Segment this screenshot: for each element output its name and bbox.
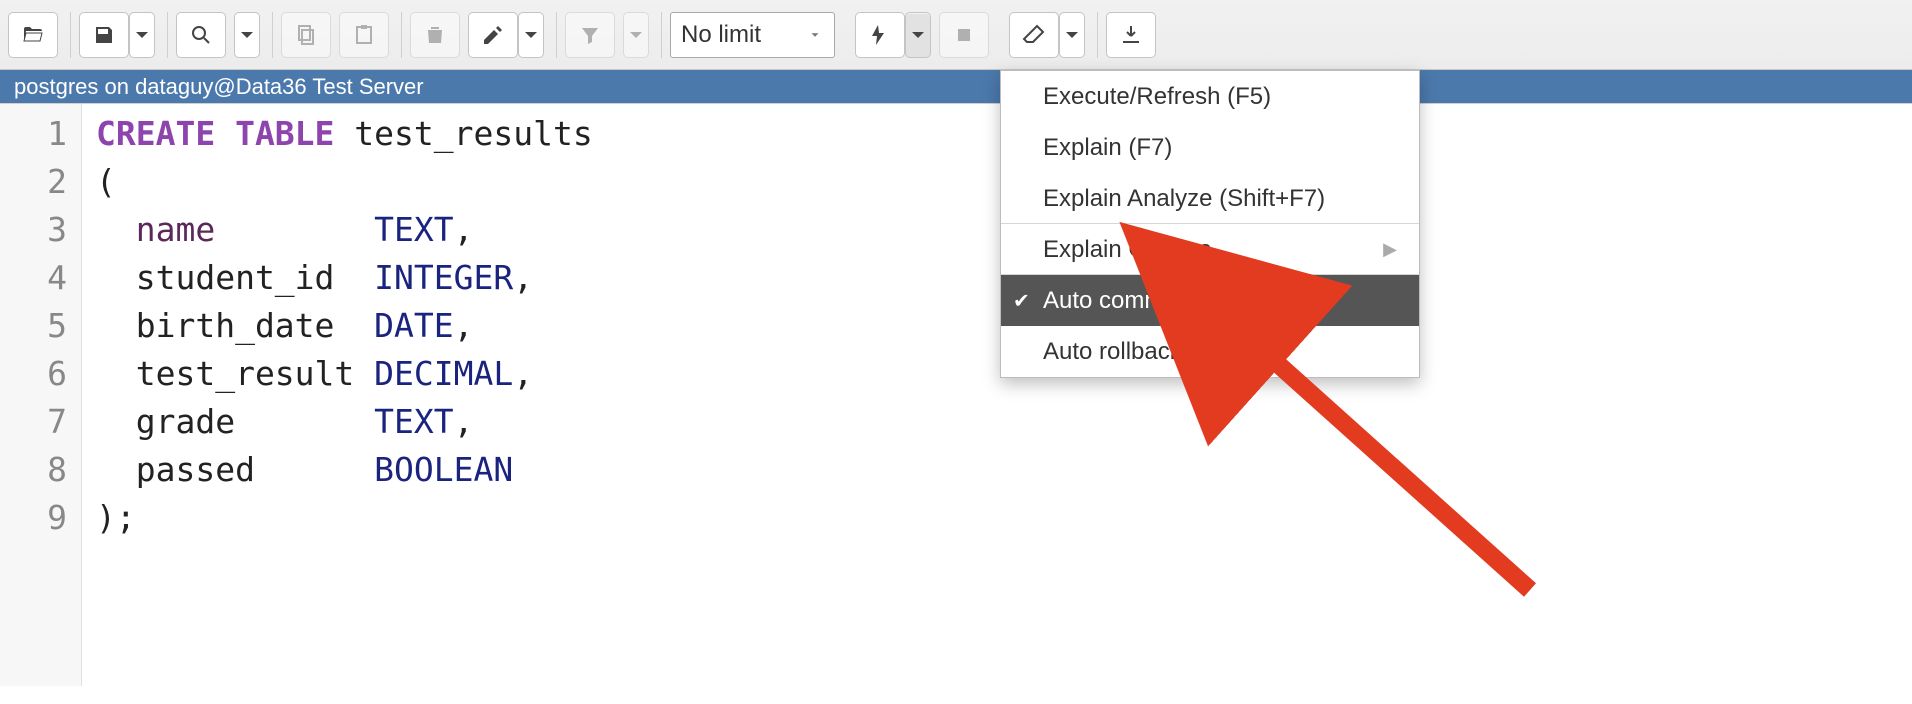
stop-button[interactable] <box>939 12 989 58</box>
eraser-icon <box>1022 23 1046 47</box>
pencil-edit-icon <box>481 23 505 47</box>
caret-down-icon <box>906 23 930 47</box>
filter-icon <box>578 23 602 47</box>
menu-item[interactable]: Explain (F7) <box>1001 122 1419 173</box>
code-line[interactable]: name TEXT, <box>96 206 593 254</box>
menu-item-label: Execute/Refresh (F5) <box>1043 83 1271 111</box>
line-number: 3 <box>0 206 67 254</box>
menu-item[interactable]: Execute/Refresh (F5) <box>1001 71 1419 122</box>
caret-down-icon <box>519 23 543 47</box>
line-number: 2 <box>0 158 67 206</box>
floppy-save-icon <box>92 23 116 47</box>
sql-editor[interactable]: 123456789 CREATE TABLE test_results( nam… <box>0 103 1912 686</box>
code-line[interactable]: student_id INTEGER, <box>96 254 593 302</box>
caret-down-icon <box>1060 23 1084 47</box>
execute-dropdown-button[interactable] <box>905 12 931 58</box>
open-file-button[interactable] <box>8 12 58 58</box>
search-icon <box>189 23 213 47</box>
code-line[interactable]: grade TEXT, <box>96 398 593 446</box>
line-number: 1 <box>0 110 67 158</box>
paste-icon <box>352 23 376 47</box>
check-icon: ✔ <box>1013 288 1030 313</box>
code-line[interactable]: CREATE TABLE test_results <box>96 110 593 158</box>
connection-text: postgres on dataguy@Data36 Test Server <box>14 74 424 100</box>
save-dropdown-button[interactable] <box>129 12 155 58</box>
rows-limit-label: No limit <box>681 21 761 49</box>
caret-down-icon <box>806 26 824 44</box>
download-icon <box>1119 23 1143 47</box>
save-button[interactable] <box>79 12 129 58</box>
menu-item-label: Explain Options <box>1043 236 1211 264</box>
toolbar: No limit <box>0 0 1912 70</box>
open-folder-icon <box>21 23 45 47</box>
download-button[interactable] <box>1106 12 1156 58</box>
code-line[interactable]: passed BOOLEAN <box>96 446 593 494</box>
stop-icon <box>952 23 976 47</box>
edit-button[interactable] <box>468 12 518 58</box>
lightning-icon <box>868 23 892 47</box>
menu-item[interactable]: Auto rollback? <box>1001 326 1419 377</box>
line-number: 7 <box>0 398 67 446</box>
menu-item-label: Explain (F7) <box>1043 134 1172 162</box>
code-line[interactable]: ( <box>96 158 593 206</box>
code-area[interactable]: CREATE TABLE test_results( name TEXT, st… <box>82 104 593 686</box>
copy-button[interactable] <box>281 12 331 58</box>
line-number: 5 <box>0 302 67 350</box>
edit-dropdown-button[interactable] <box>518 12 544 58</box>
clear-dropdown-button[interactable] <box>1059 12 1085 58</box>
menu-item-label: Auto commit? <box>1043 287 1190 315</box>
clear-button[interactable] <box>1009 12 1059 58</box>
menu-item[interactable]: Explain Options ▶ <box>1001 224 1419 275</box>
connection-status-bar: postgres on dataguy@Data36 Test Server <box>0 70 1912 103</box>
menu-item-label: Explain Analyze (Shift+F7) <box>1043 185 1325 213</box>
filter-dropdown-button[interactable] <box>623 12 649 58</box>
rows-limit-select[interactable]: No limit <box>670 12 835 58</box>
menu-item-label: Auto rollback? <box>1043 338 1195 366</box>
line-number: 8 <box>0 446 67 494</box>
caret-down-icon <box>235 23 259 47</box>
chevron-right-icon: ▶ <box>1383 239 1397 260</box>
execute-button[interactable] <box>855 12 905 58</box>
caret-down-icon <box>130 23 154 47</box>
find-button[interactable] <box>176 12 226 58</box>
line-number: 9 <box>0 494 67 542</box>
line-number-gutter: 123456789 <box>0 104 82 686</box>
execute-menu: Execute/Refresh (F5) Explain (F7) Explain … <box>1000 70 1420 378</box>
menu-item[interactable]: Explain Analyze (Shift+F7) <box>1001 173 1419 224</box>
code-line[interactable]: birth_date DATE, <box>96 302 593 350</box>
delete-button[interactable] <box>410 12 460 58</box>
code-line[interactable]: ); <box>96 494 593 542</box>
find-dropdown-button[interactable] <box>234 12 260 58</box>
menu-item[interactable]: ✔ Auto commit? <box>1001 275 1419 326</box>
caret-down-icon <box>624 23 648 47</box>
code-line[interactable]: test_result DECIMAL, <box>96 350 593 398</box>
copy-icon <box>294 23 318 47</box>
trash-icon <box>423 23 447 47</box>
filter-button[interactable] <box>565 12 615 58</box>
line-number: 4 <box>0 254 67 302</box>
line-number: 6 <box>0 350 67 398</box>
paste-button[interactable] <box>339 12 389 58</box>
